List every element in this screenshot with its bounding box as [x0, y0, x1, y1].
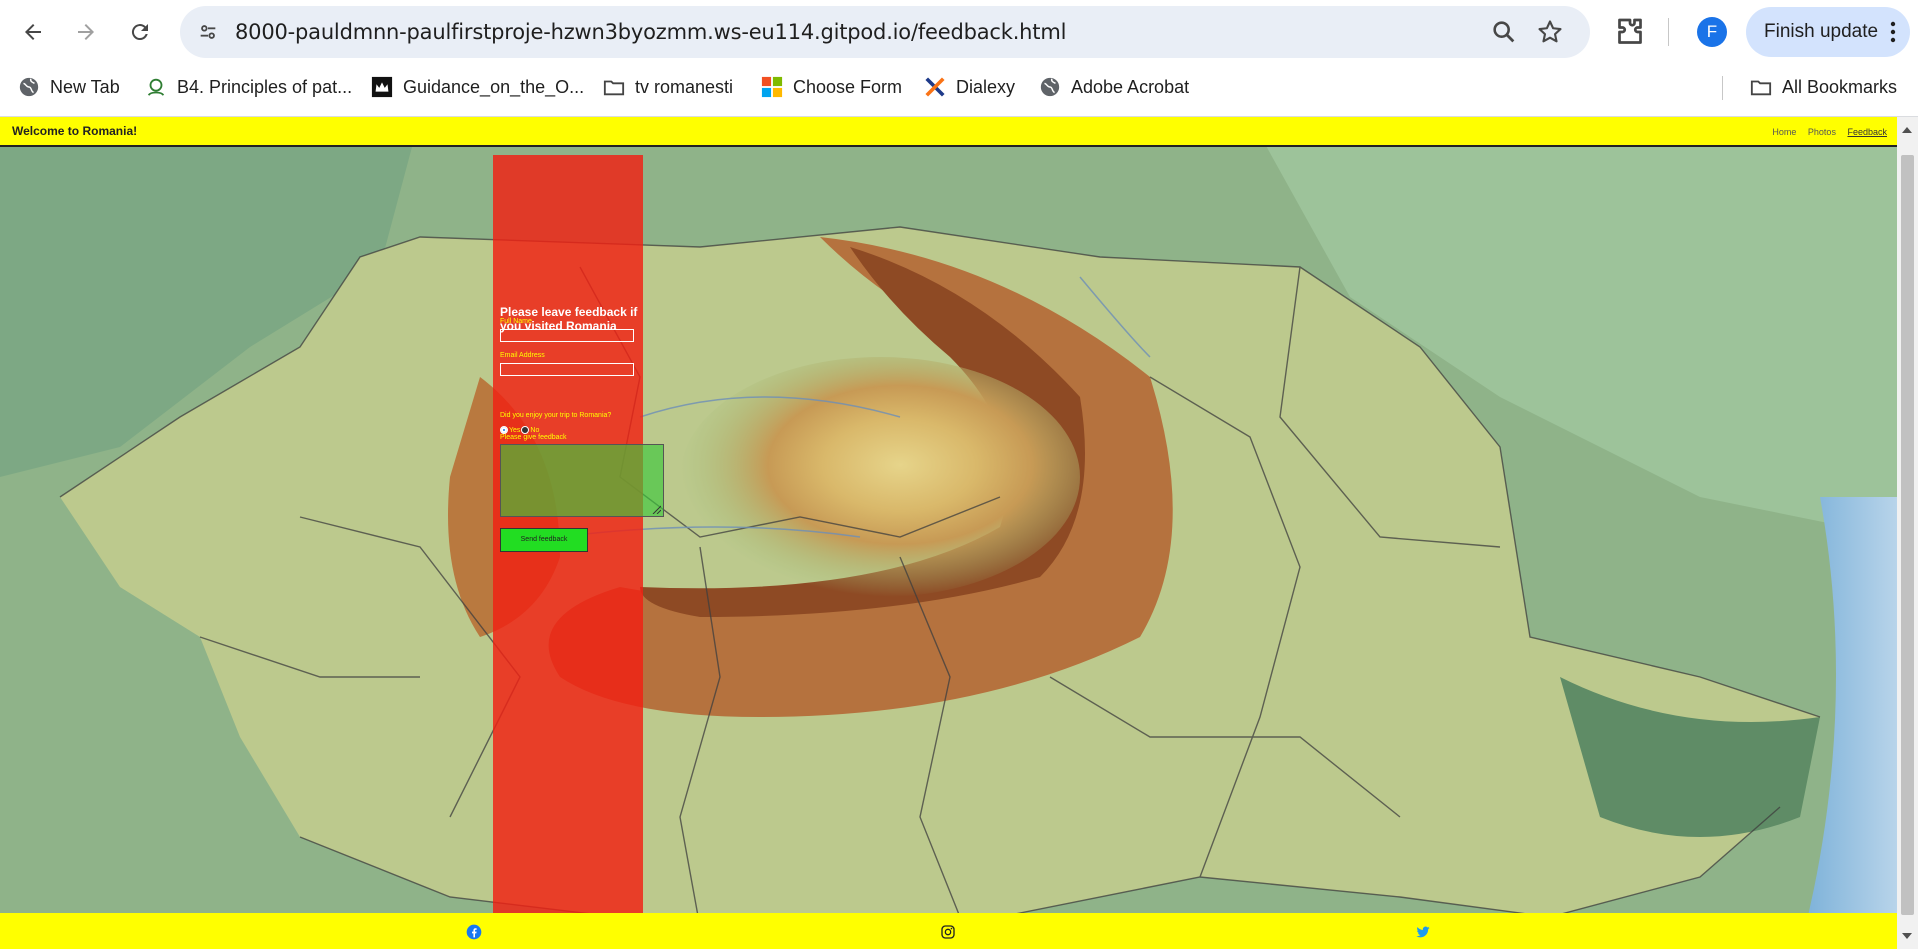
site-info-button[interactable] [192, 16, 224, 48]
nav-link-feedback[interactable]: Feedback [1847, 127, 1887, 137]
folder-icon [1750, 76, 1772, 98]
yes-radio-label: Yes [509, 426, 521, 434]
profile-avatar[interactable]: F [1697, 17, 1727, 47]
bookmark-dialexy[interactable]: Dialexy [924, 68, 1015, 106]
address-bar[interactable]: 8000-pauldmnn-paulfirstproje-hzwn3byozmm… [180, 6, 1590, 58]
twitter-icon[interactable] [1415, 924, 1431, 940]
scrollbar-thumb[interactable] [1901, 155, 1914, 915]
forward-arrow-icon [78, 24, 94, 40]
url-text[interactable]: 8000-pauldmnn-paulfirstproje-hzwn3byozmm… [235, 6, 1066, 58]
toolbar-separator [1668, 18, 1669, 46]
bookmark-adobe-acrobat[interactable]: Adobe Acrobat [1039, 68, 1189, 106]
bookmark-choose-form[interactable]: Choose Form [761, 68, 902, 106]
bookmark-principles[interactable]: B4. Principles of pat... [145, 68, 352, 106]
back-arrow-icon [25, 24, 41, 40]
romania-relief-map [0, 117, 1897, 949]
scroll-down-arrow-icon[interactable] [1902, 933, 1912, 939]
scroll-up-arrow-icon[interactable] [1902, 127, 1912, 133]
page-scrollbar[interactable] [1897, 117, 1918, 949]
feedback-form-panel: Please leave feedback if you visited Rom… [493, 155, 664, 940]
folder-icon [603, 76, 625, 98]
tune-icon [200, 25, 216, 39]
facebook-icon[interactable] [466, 924, 482, 940]
feedback-label: Please give feedback [500, 434, 567, 441]
star-icon[interactable] [1536, 18, 1564, 46]
bookmark-label: Adobe Acrobat [1071, 76, 1190, 97]
dialexy-icon [924, 76, 946, 98]
bookmark-label: Choose Form [793, 76, 903, 97]
instagram-icon[interactable] [940, 924, 956, 940]
bookmark-guidance[interactable]: Guidance_on_the_O... [371, 68, 584, 106]
site-footer [0, 913, 1897, 949]
puzzle-icon[interactable] [1612, 14, 1648, 50]
forward-button[interactable] [66, 12, 106, 52]
reload-button[interactable] [120, 12, 160, 52]
email-label: Email Address [500, 352, 545, 359]
crown-icon [371, 76, 393, 98]
finish-update-button[interactable]: Finish update [1746, 7, 1910, 57]
zoom-icon[interactable] [1490, 18, 1518, 46]
yes-radio[interactable] [500, 426, 508, 434]
browser-chrome: 8000-pauldmnn-paulfirstproje-hzwn3byozmm… [0, 0, 1918, 117]
site-title: Welcome to Romania! [12, 124, 138, 138]
enjoy-radio-group: Yes No [500, 426, 539, 434]
browser-toolbar: 8000-pauldmnn-paulfirstproje-hzwn3byozmm… [0, 0, 1918, 64]
bookmark-new-tab[interactable]: New Tab [18, 68, 120, 106]
bookmark-tv-romanesti[interactable]: tv romanesti [603, 68, 733, 106]
all-bookmarks-label: All Bookmarks [1782, 76, 1898, 97]
globe-icon [18, 76, 40, 98]
bookmark-label: New Tab [50, 76, 120, 97]
bookmark-label: Guidance_on_the_O... [403, 76, 585, 97]
bookmark-label: tv romanesti [635, 76, 734, 97]
email-input[interactable] [500, 363, 634, 376]
no-radio[interactable] [521, 426, 530, 434]
site-nav: Home Photos Feedback [1763, 127, 1887, 137]
enjoy-question-label: Did you enjoy your trip to Romania? [500, 412, 612, 419]
full-name-label: Full Name [500, 318, 532, 325]
globe-icon [1039, 76, 1061, 98]
no-radio-label: No [530, 426, 540, 434]
nav-link-photos[interactable]: Photos [1808, 127, 1836, 137]
microsoft-icon [761, 76, 783, 98]
feedback-textarea[interactable] [500, 444, 664, 517]
site-header: Welcome to Romania! Home Photos Feedback [0, 117, 1897, 147]
bookmarks-separator [1722, 76, 1723, 100]
resize-grip-icon[interactable] [651, 504, 661, 514]
bookmark-label: B4. Principles of pat... [177, 76, 353, 97]
back-button[interactable] [13, 12, 53, 52]
app-icon [145, 76, 167, 98]
more-vert-icon [1890, 21, 1896, 43]
reload-icon [131, 24, 148, 41]
finish-update-label: Finish update [1764, 21, 1879, 42]
full-name-input[interactable] [500, 329, 634, 342]
bookmarks-bar: New Tab B4. Principles of pat... Guidanc… [0, 68, 1918, 106]
bookmark-label: Dialexy [956, 76, 1016, 97]
nav-link-home[interactable]: Home [1772, 127, 1796, 137]
all-bookmarks-button[interactable]: All Bookmarks [1750, 68, 1897, 106]
web-page: Welcome to Romania! Home Photos Feedback… [0, 117, 1918, 949]
send-feedback-button[interactable]: Send feedback [500, 528, 588, 552]
